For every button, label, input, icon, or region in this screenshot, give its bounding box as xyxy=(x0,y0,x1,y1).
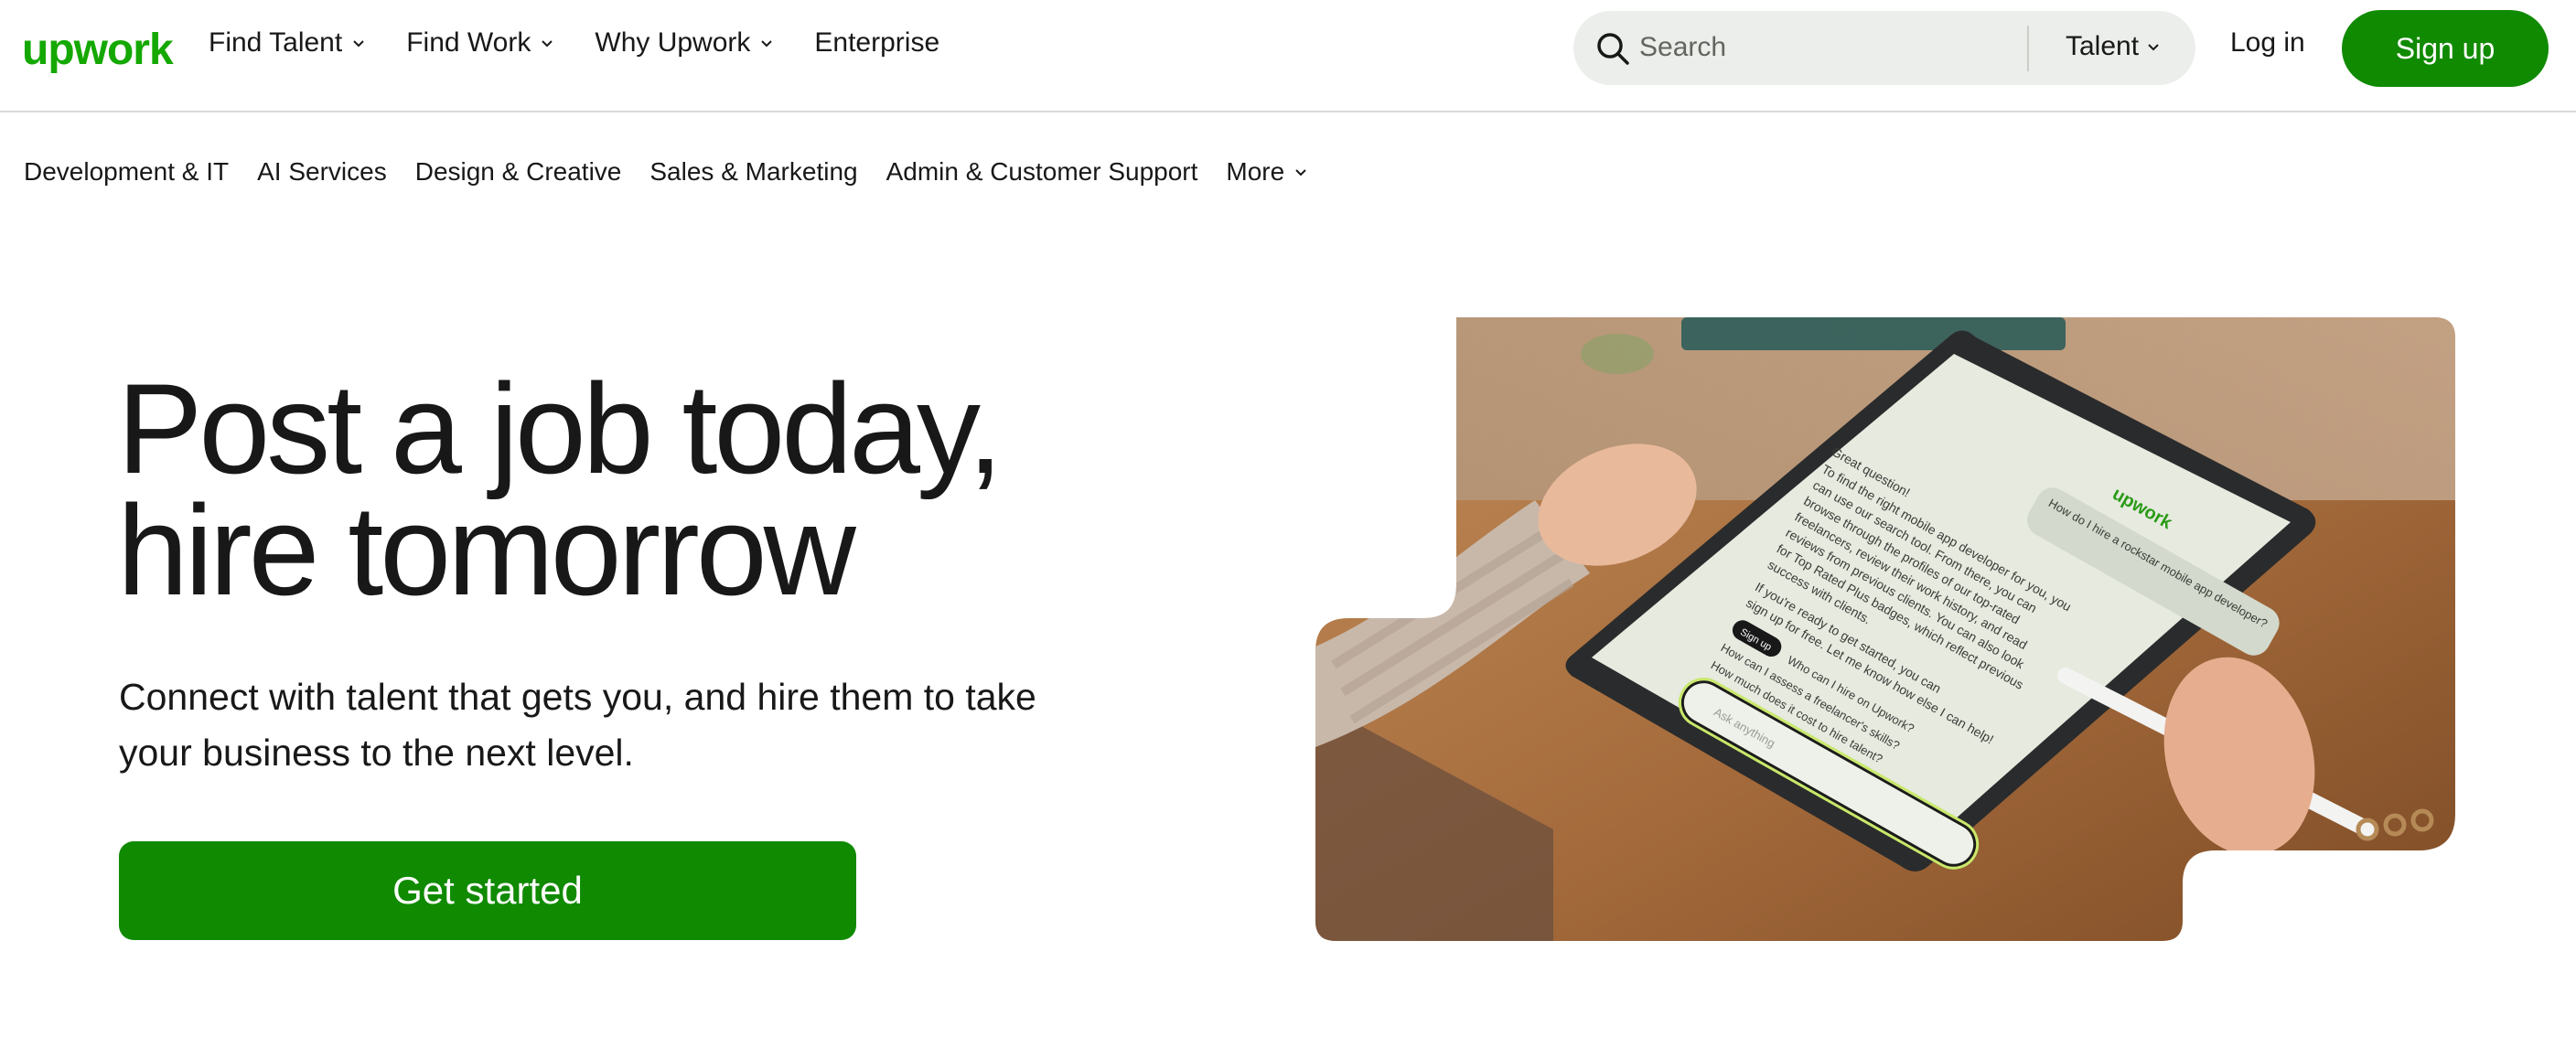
hero-image: upwork How do I hire a rockstar mobile a… xyxy=(1315,317,2455,941)
hero-title-line-2: hire tomorrow xyxy=(117,478,856,622)
category-design-creative[interactable]: Design & Creative xyxy=(415,157,622,187)
search-input[interactable] xyxy=(1639,27,2023,68)
chevron-down-icon xyxy=(1295,169,1306,176)
upwork-logo[interactable]: upwork xyxy=(22,25,174,75)
chevron-down-icon xyxy=(761,40,773,48)
category-bar: Development & IT AI Services Design & Cr… xyxy=(24,157,1308,187)
signup-button[interactable]: Sign up xyxy=(2342,10,2549,87)
nav-find-talent-label: Find Talent xyxy=(209,27,343,58)
nav-why-upwork[interactable]: Why Upwork xyxy=(595,27,774,59)
nav-find-work-label: Find Work xyxy=(406,27,531,58)
search-scope-label: Talent xyxy=(2066,31,2140,61)
nav-enterprise-label: Enterprise xyxy=(814,27,940,58)
main-nav: Find Talent Find Work Why Upwork Enterpr… xyxy=(209,27,939,59)
nav-find-talent[interactable]: Find Talent xyxy=(209,27,366,59)
nav-enterprise[interactable]: Enterprise xyxy=(814,27,939,59)
hero-title-line-1: Post a job today, xyxy=(117,357,1004,500)
top-navigation: upwork Find Talent Find Work Why Upwork … xyxy=(0,0,2576,112)
nav-find-work[interactable]: Find Work xyxy=(406,27,554,59)
category-admin-support[interactable]: Admin & Customer Support xyxy=(886,157,1198,187)
category-more[interactable]: More xyxy=(1226,157,1308,187)
search-scope-dropdown[interactable]: Talent xyxy=(2066,31,2161,62)
category-development-it[interactable]: Development & IT xyxy=(24,157,229,187)
search-icon[interactable] xyxy=(1594,29,1632,68)
chevron-down-icon xyxy=(2148,44,2159,51)
hero-title: Post a job today, hire tomorrow xyxy=(117,357,1215,622)
search-divider xyxy=(2027,26,2029,71)
nav-why-upwork-label: Why Upwork xyxy=(595,27,751,58)
chevron-down-icon xyxy=(542,40,553,48)
chevron-down-icon xyxy=(353,40,364,48)
search-bar: Talent xyxy=(1573,11,2195,85)
category-ai-services[interactable]: AI Services xyxy=(257,157,387,187)
category-sales-marketing[interactable]: Sales & Marketing xyxy=(649,157,857,187)
category-more-label: More xyxy=(1226,157,1285,186)
login-link[interactable]: Log in xyxy=(2230,27,2305,59)
hero-subtitle: Connect with talent that gets you, and h… xyxy=(119,676,1036,774)
get-started-button[interactable]: Get started xyxy=(119,841,856,940)
